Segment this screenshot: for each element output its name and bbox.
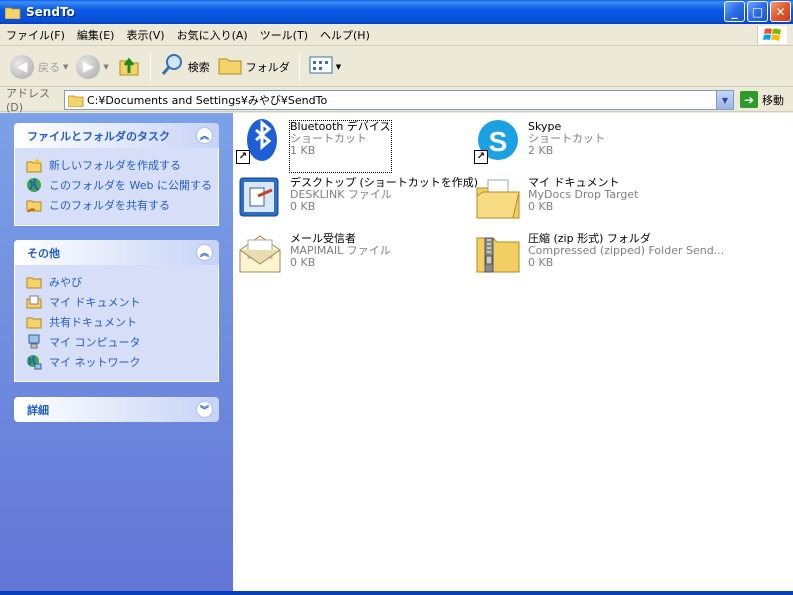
my-documents-icon xyxy=(26,294,42,310)
menu-help[interactable]: ヘルプ(H) xyxy=(314,27,376,43)
close-button[interactable]: ✕ xyxy=(770,1,791,22)
address-bar: アドレス(D) C:¥Documents and Settings¥みやび¥Se… xyxy=(0,87,793,114)
skype-icon: S ↗ xyxy=(474,118,522,166)
task-pane: ファイルとフォルダのタスク ︽ 新しいフォルダを作成する このフォルダを Web… xyxy=(0,113,233,595)
my-network-icon xyxy=(26,354,42,370)
publish-web-icon xyxy=(26,177,42,193)
menu-edit[interactable]: 編集(E) xyxy=(71,27,121,43)
file-item-my-documents[interactable]: マイ ドキュメント MyDocs Drop Target 0 KB xyxy=(474,174,714,228)
menu-favorites[interactable]: お気に入り(A) xyxy=(171,27,254,43)
forward-button[interactable]: ▶ ▼ xyxy=(72,51,112,83)
my-documents-folder-icon xyxy=(474,174,522,222)
minimize-button[interactable]: _ xyxy=(724,1,745,22)
address-path: C:¥Documents and Settings¥みやび¥SendTo xyxy=(87,94,328,107)
menu-tools[interactable]: ツール(T) xyxy=(254,27,314,43)
chevron-down-icon: ▼ xyxy=(335,62,342,71)
views-icon xyxy=(309,55,333,78)
go-button[interactable]: ➔ 移動 xyxy=(740,91,784,108)
folder-icon xyxy=(67,94,84,110)
file-item-skype[interactable]: S ↗ Skype ショートカット 2 KB xyxy=(474,118,714,172)
zip-folder-icon xyxy=(474,230,522,278)
maximize-button[interactable]: □ xyxy=(747,1,768,22)
menu-view[interactable]: 表示(V) xyxy=(120,27,170,43)
panel-header[interactable]: ファイルとフォルダのタスク ︽ xyxy=(14,123,219,148)
file-item-mail-recipient[interactable]: メール受信者 MAPIMAIL ファイル 0 KB xyxy=(236,230,476,284)
folder-icon xyxy=(26,314,42,330)
folders-button[interactable]: フォルダ xyxy=(214,51,294,83)
forward-arrow-icon: ▶ xyxy=(76,54,101,79)
collapse-up-icon[interactable]: ︽ xyxy=(196,244,213,261)
my-computer-icon xyxy=(26,334,42,350)
back-arrow-icon: ◀ xyxy=(10,54,34,79)
folders-icon xyxy=(218,55,242,78)
up-folder-button[interactable] xyxy=(113,51,145,83)
svg-text:S: S xyxy=(489,126,508,157)
chevron-down-icon: ▼ xyxy=(63,62,69,71)
toolbar: ◀ 戻る ▼ ▶ ▼ 検索 フォルダ ▼ xyxy=(0,47,793,87)
title-bar[interactable]: SendTo _ □ ✕ xyxy=(0,0,793,24)
task-share-folder[interactable]: このフォルダを共有する xyxy=(26,195,218,215)
folder-icon xyxy=(4,6,21,19)
panel-header[interactable]: 詳細 ︾ xyxy=(14,397,219,422)
folder-icon xyxy=(26,274,42,290)
menu-bar: ファイル(F) 編集(E) 表示(V) お気に入り(A) ツール(T) ヘルプ(… xyxy=(0,24,793,46)
place-my-documents[interactable]: マイ ドキュメント xyxy=(26,292,218,312)
window-bottom-border xyxy=(0,591,793,595)
desktop-shortcut-icon xyxy=(236,174,284,222)
expand-down-icon[interactable]: ︾ xyxy=(196,401,213,418)
new-folder-icon xyxy=(26,157,42,173)
address-input[interactable]: C:¥Documents and Settings¥みやび¥SendTo ▼ xyxy=(64,90,734,110)
file-list: ↗ Bluetooth デバイス ショートカット 1 KB S ↗ Skype … xyxy=(233,113,793,595)
share-folder-icon xyxy=(26,197,42,213)
up-folder-icon xyxy=(117,53,141,80)
back-button[interactable]: ◀ 戻る ▼ xyxy=(6,51,72,83)
address-dropdown-button[interactable]: ▼ xyxy=(716,91,733,109)
window-title: SendTo xyxy=(26,5,75,19)
place-my-computer[interactable]: マイ コンピュータ xyxy=(26,332,218,352)
task-publish-web[interactable]: このフォルダを Web に公開する xyxy=(26,175,218,195)
search-icon xyxy=(160,53,184,80)
menu-file[interactable]: ファイル(F) xyxy=(0,27,71,43)
go-arrow-icon: ➔ xyxy=(740,91,758,108)
mail-recipient-icon xyxy=(236,230,284,278)
place-my-network[interactable]: マイ ネットワーク xyxy=(26,352,218,372)
shortcut-arrow-icon: ↗ xyxy=(236,150,250,164)
file-folder-tasks-panel: ファイルとフォルダのタスク ︽ 新しいフォルダを作成する このフォルダを Web… xyxy=(14,123,219,226)
details-panel: 詳細 ︾ xyxy=(14,397,219,422)
search-button[interactable]: 検索 xyxy=(156,51,214,83)
collapse-up-icon[interactable]: ︽ xyxy=(196,127,213,144)
panel-header[interactable]: その他 ︽ xyxy=(14,240,219,265)
file-item-bluetooth[interactable]: ↗ Bluetooth デバイス ショートカット 1 KB xyxy=(236,118,476,173)
task-new-folder[interactable]: 新しいフォルダを作成する xyxy=(26,155,218,175)
file-item-zip-folder[interactable]: 圧縮 (zip 形式) フォルダ Compressed (zipped) Fol… xyxy=(474,230,724,284)
place-shared-documents[interactable]: 共有ドキュメント xyxy=(26,312,218,332)
windows-logo-icon xyxy=(757,26,787,44)
toolbar-separator xyxy=(298,52,300,81)
other-places-panel: その他 ︽ みやび マイ ドキュメント 共有ドキュメント マイ コンピュータ マ… xyxy=(14,240,219,382)
place-miyabi[interactable]: みやび xyxy=(26,272,218,292)
views-button[interactable]: ▼ xyxy=(305,51,345,83)
bluetooth-icon: ↗ xyxy=(236,118,284,166)
file-item-desktop-shortcut[interactable]: デスクトップ (ショートカットを作成) DESKLINK ファイル 0 KB xyxy=(236,174,478,228)
address-label: アドレス(D) xyxy=(6,87,50,114)
chevron-down-icon: ▼ xyxy=(103,62,109,71)
shortcut-arrow-icon: ↗ xyxy=(474,150,488,164)
toolbar-separator xyxy=(149,52,151,81)
